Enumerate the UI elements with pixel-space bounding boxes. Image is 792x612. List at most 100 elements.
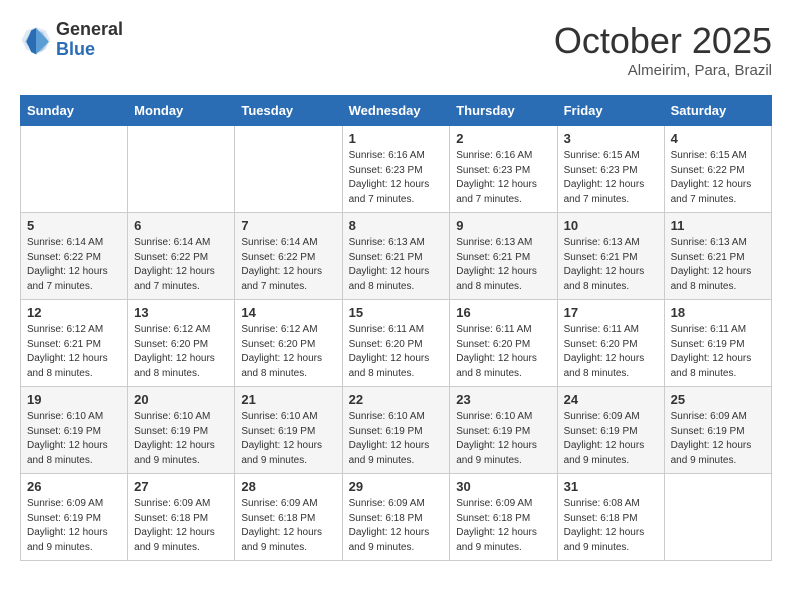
calendar-cell: 21 Sunrise: 6:10 AM Sunset: 6:19 PM Dayli… — [235, 387, 342, 474]
calendar-cell: 22 Sunrise: 6:10 AM Sunset: 6:19 PM Dayli… — [342, 387, 450, 474]
day-info: Sunrise: 6:11 AM Sunset: 6:19 PM Dayligh… — [671, 323, 765, 381]
day-info: Sunrise: 6:15 AM Sunset: 6:22 PM Dayligh… — [671, 149, 765, 207]
day-info: Sunrise: 6:14 AM Sunset: 6:22 PM Dayligh… — [27, 236, 121, 294]
day-info: Sunrise: 6:09 AM Sunset: 6:18 PM Dayligh… — [349, 497, 444, 555]
calendar-cell: 31 Sunrise: 6:08 AM Sunset: 6:18 PM Dayli… — [557, 474, 664, 561]
calendar-cell: 11 Sunrise: 6:13 AM Sunset: 6:21 PM Dayli… — [664, 213, 771, 300]
location: Almeirim, Para, Brazil — [554, 62, 772, 79]
day-number: 17 — [564, 305, 658, 320]
day-number: 10 — [564, 218, 658, 233]
calendar-cell: 8 Sunrise: 6:13 AM Sunset: 6:21 PM Daylig… — [342, 213, 450, 300]
day-number: 8 — [349, 218, 444, 233]
week-row-4: 26 Sunrise: 6:09 AM Sunset: 6:19 PM Dayli… — [21, 474, 772, 561]
day-number: 18 — [671, 305, 765, 320]
day-info: Sunrise: 6:12 AM Sunset: 6:20 PM Dayligh… — [241, 323, 335, 381]
header-wednesday: Wednesday — [342, 96, 450, 126]
header-friday: Friday — [557, 96, 664, 126]
calendar-cell: 20 Sunrise: 6:10 AM Sunset: 6:19 PM Dayli… — [128, 387, 235, 474]
title-block: October 2025 Almeirim, Para, Brazil — [554, 20, 772, 79]
calendar-cell: 1Sunrise: 6:16 AM Sunset: 6:23 PM Daylig… — [342, 126, 450, 213]
day-number: 14 — [241, 305, 335, 320]
day-info: Sunrise: 6:09 AM Sunset: 6:18 PM Dayligh… — [134, 497, 228, 555]
day-info: Sunrise: 6:09 AM Sunset: 6:19 PM Dayligh… — [27, 497, 121, 555]
day-info: Sunrise: 6:11 AM Sunset: 6:20 PM Dayligh… — [349, 323, 444, 381]
week-row-3: 19 Sunrise: 6:10 AM Sunset: 6:19 PM Dayli… — [21, 387, 772, 474]
calendar-cell: 17 Sunrise: 6:11 AM Sunset: 6:20 PM Dayli… — [557, 300, 664, 387]
calendar-cell: 2Sunrise: 6:16 AM Sunset: 6:23 PM Daylig… — [450, 126, 557, 213]
week-row-1: 5 Sunrise: 6:14 AM Sunset: 6:22 PM Daylig… — [21, 213, 772, 300]
calendar-cell: 6 Sunrise: 6:14 AM Sunset: 6:22 PM Daylig… — [128, 213, 235, 300]
calendar-cell: 30 Sunrise: 6:09 AM Sunset: 6:18 PM Dayli… — [450, 474, 557, 561]
logo-icon — [20, 24, 52, 56]
header-tuesday: Tuesday — [235, 96, 342, 126]
day-info: Sunrise: 6:10 AM Sunset: 6:19 PM Dayligh… — [27, 410, 121, 468]
day-number: 28 — [241, 479, 335, 494]
header-saturday: Saturday — [664, 96, 771, 126]
day-info: Sunrise: 6:09 AM Sunset: 6:19 PM Dayligh… — [564, 410, 658, 468]
day-info: Sunrise: 6:09 AM Sunset: 6:18 PM Dayligh… — [456, 497, 550, 555]
day-number: 30 — [456, 479, 550, 494]
logo: General Blue — [20, 20, 123, 60]
day-number: 27 — [134, 479, 228, 494]
day-info: Sunrise: 6:08 AM Sunset: 6:18 PM Dayligh… — [564, 497, 658, 555]
day-info: Sunrise: 6:10 AM Sunset: 6:19 PM Dayligh… — [134, 410, 228, 468]
day-number: 20 — [134, 392, 228, 407]
day-info: Sunrise: 6:14 AM Sunset: 6:22 PM Dayligh… — [134, 236, 228, 294]
calendar-cell: 26 Sunrise: 6:09 AM Sunset: 6:19 PM Dayli… — [21, 474, 128, 561]
calendar-cell: 28 Sunrise: 6:09 AM Sunset: 6:18 PM Dayli… — [235, 474, 342, 561]
day-info: Sunrise: 6:14 AM Sunset: 6:22 PM Dayligh… — [241, 236, 335, 294]
day-number: 7 — [241, 218, 335, 233]
day-info: Sunrise: 6:10 AM Sunset: 6:19 PM Dayligh… — [456, 410, 550, 468]
calendar-cell: 14 Sunrise: 6:12 AM Sunset: 6:20 PM Dayli… — [235, 300, 342, 387]
calendar-cell: 18 Sunrise: 6:11 AM Sunset: 6:19 PM Dayli… — [664, 300, 771, 387]
day-info: Sunrise: 6:12 AM Sunset: 6:20 PM Dayligh… — [134, 323, 228, 381]
month-title: October 2025 — [554, 20, 772, 62]
day-info: Sunrise: 6:10 AM Sunset: 6:19 PM Dayligh… — [241, 410, 335, 468]
calendar-cell: 4 Sunrise: 6:15 AM Sunset: 6:22 PM Daylig… — [664, 126, 771, 213]
day-info: Sunrise: 6:13 AM Sunset: 6:21 PM Dayligh… — [456, 236, 550, 294]
day-number: 9 — [456, 218, 550, 233]
day-info: Sunrise: 6:11 AM Sunset: 6:20 PM Dayligh… — [564, 323, 658, 381]
day-number: 1 — [349, 131, 444, 146]
day-number: 25 — [671, 392, 765, 407]
calendar-cell: 12Sunrise: 6:12 AM Sunset: 6:21 PM Dayli… — [21, 300, 128, 387]
day-info: Sunrise: 6:13 AM Sunset: 6:21 PM Dayligh… — [349, 236, 444, 294]
page-header: General Blue October 2025 Almeirim, Para… — [20, 20, 772, 79]
calendar-cell: 19 Sunrise: 6:10 AM Sunset: 6:19 PM Dayli… — [21, 387, 128, 474]
calendar-cell — [128, 126, 235, 213]
day-number: 22 — [349, 392, 444, 407]
calendar-cell — [235, 126, 342, 213]
day-number: 2 — [456, 131, 550, 146]
calendar-cell: 16Sunrise: 6:11 AM Sunset: 6:20 PM Dayli… — [450, 300, 557, 387]
day-number: 15 — [349, 305, 444, 320]
day-info: Sunrise: 6:11 AM Sunset: 6:20 PM Dayligh… — [456, 323, 550, 381]
day-number: 21 — [241, 392, 335, 407]
calendar-cell: 24 Sunrise: 6:09 AM Sunset: 6:19 PM Dayli… — [557, 387, 664, 474]
day-info: Sunrise: 6:09 AM Sunset: 6:18 PM Dayligh… — [241, 497, 335, 555]
calendar-cell: 15 Sunrise: 6:11 AM Sunset: 6:20 PM Dayli… — [342, 300, 450, 387]
day-number: 31 — [564, 479, 658, 494]
day-info: Sunrise: 6:15 AM Sunset: 6:23 PM Dayligh… — [564, 149, 658, 207]
calendar-header-row: SundayMondayTuesdayWednesdayThursdayFrid… — [21, 96, 772, 126]
calendar-cell: 5 Sunrise: 6:14 AM Sunset: 6:22 PM Daylig… — [21, 213, 128, 300]
header-thursday: Thursday — [450, 96, 557, 126]
day-number: 4 — [671, 131, 765, 146]
header-sunday: Sunday — [21, 96, 128, 126]
logo-general: General — [56, 20, 123, 40]
day-number: 6 — [134, 218, 228, 233]
day-info: Sunrise: 6:13 AM Sunset: 6:21 PM Dayligh… — [564, 236, 658, 294]
day-info: Sunrise: 6:10 AM Sunset: 6:19 PM Dayligh… — [349, 410, 444, 468]
calendar-cell — [21, 126, 128, 213]
day-number: 11 — [671, 218, 765, 233]
day-number: 3 — [564, 131, 658, 146]
calendar-cell — [664, 474, 771, 561]
day-number: 26 — [27, 479, 121, 494]
calendar-cell: 23Sunrise: 6:10 AM Sunset: 6:19 PM Dayli… — [450, 387, 557, 474]
day-number: 19 — [27, 392, 121, 407]
header-monday: Monday — [128, 96, 235, 126]
calendar-cell: 9 Sunrise: 6:13 AM Sunset: 6:21 PM Daylig… — [450, 213, 557, 300]
day-number: 5 — [27, 218, 121, 233]
day-info: Sunrise: 6:13 AM Sunset: 6:21 PM Dayligh… — [671, 236, 765, 294]
day-number: 24 — [564, 392, 658, 407]
calendar-cell: 27 Sunrise: 6:09 AM Sunset: 6:18 PM Dayli… — [128, 474, 235, 561]
